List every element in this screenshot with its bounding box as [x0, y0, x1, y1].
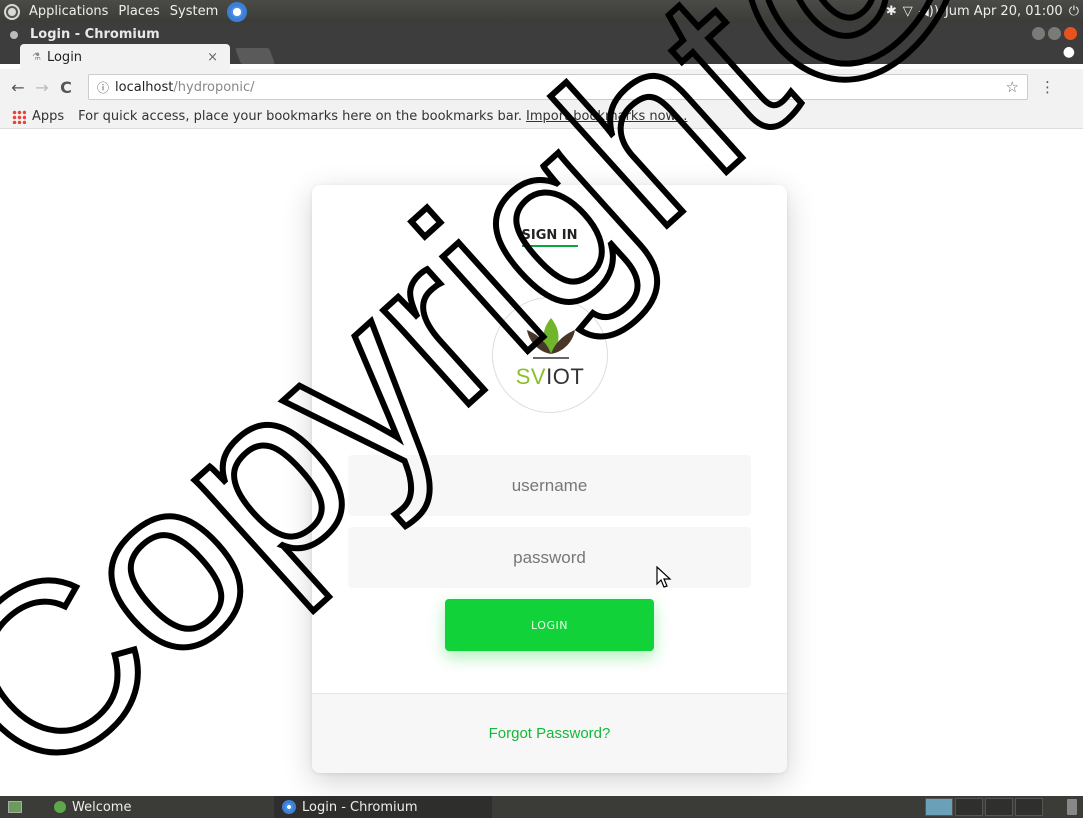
logo-text-dark: IOT	[546, 364, 585, 389]
window-icon	[10, 31, 18, 39]
volume-icon[interactable]: ◀))	[919, 4, 939, 19]
mouse-cursor-icon	[656, 566, 672, 588]
svfiot-logo: SVIOT	[492, 297, 608, 413]
welcome-app-icon	[54, 801, 66, 813]
logo-text-green: SV	[515, 364, 547, 389]
import-bookmarks-link[interactable]: Import bookmarks now...	[526, 109, 687, 124]
login-card: SIGN IN SVIOT username password LOGIN Fo…	[312, 185, 787, 773]
username-placeholder: username	[511, 475, 588, 495]
sign-in-heading: SIGN IN	[312, 228, 787, 247]
show-desktop-icon[interactable]	[8, 801, 22, 813]
chrome-menu-icon[interactable]: ⋮	[1040, 78, 1055, 96]
top-panel-menu: Applications Places System	[4, 1, 248, 22]
browser-toolbar: ← → C ⓘ localhost /hydroponic/ ☆ ⋮	[0, 69, 1083, 105]
workspace-1[interactable]	[925, 798, 953, 816]
top-panel: Applications Places System ✱ ▽ ◀)) Jum A…	[0, 0, 1083, 23]
workspace-switcher	[925, 798, 1043, 816]
bookmarks-bar: Apps For quick access, place your bookma…	[0, 105, 1083, 129]
minimize-button[interactable]	[1032, 27, 1045, 40]
bottom-panel: Welcome Login - Chromium	[0, 796, 1083, 818]
workspace-4[interactable]	[1015, 798, 1043, 816]
taskbar-label-chromium: Login - Chromium	[302, 799, 418, 815]
menu-system[interactable]: System	[169, 4, 219, 19]
address-bar[interactable]: ⓘ localhost /hydroponic/ ☆	[88, 74, 1028, 100]
power-icon[interactable]: ⏻	[1069, 4, 1079, 19]
ubuntu-logo-icon[interactable]	[4, 3, 20, 20]
maximize-button[interactable]	[1048, 27, 1061, 40]
url-host: localhost	[115, 79, 174, 95]
menu-places[interactable]: Places	[117, 4, 160, 19]
tab-close-icon[interactable]: ×	[207, 50, 218, 65]
taskbar-item-chromium[interactable]: Login - Chromium	[274, 796, 492, 818]
profile-icon[interactable]: ●	[1063, 44, 1075, 60]
sign-in-label: SIGN IN	[521, 228, 578, 247]
login-button[interactable]: LOGIN	[445, 599, 654, 651]
chromium-launcher-icon[interactable]	[227, 1, 248, 22]
logo-text: SVIOT	[493, 364, 607, 390]
back-button[interactable]: ←	[8, 78, 28, 97]
url-path: /hydroponic/	[173, 79, 255, 95]
bookmarks-hint: For quick access, place your bookmarks h…	[78, 109, 522, 124]
tab-label: Login	[46, 49, 83, 65]
tab-login[interactable]: ⚗ Login ×	[20, 44, 230, 70]
card-footer: Forgot Password?	[312, 693, 787, 773]
window-controls	[1032, 27, 1077, 40]
menu-applications[interactable]: Applications	[28, 4, 109, 19]
new-tab-button[interactable]	[235, 48, 275, 64]
chromium-app-icon	[282, 800, 296, 814]
trash-icon[interactable]	[1067, 799, 1077, 815]
site-info-icon[interactable]: ⓘ	[97, 79, 109, 96]
password-input[interactable]: password	[348, 527, 751, 588]
bluetooth-icon[interactable]: ✱	[886, 4, 897, 19]
window-title: Login - Chromium	[30, 27, 160, 42]
tab-favicon-icon: ⚗	[32, 51, 41, 63]
forgot-password-link[interactable]: Forgot Password?	[489, 725, 611, 742]
system-tray: ✱ ▽ ◀)) Jum Apr 20, 01:00 ⏻	[886, 4, 1079, 19]
bookmark-star-icon[interactable]: ☆	[1006, 78, 1019, 96]
workspace-2[interactable]	[955, 798, 983, 816]
workspace-3[interactable]	[985, 798, 1013, 816]
close-window-button[interactable]	[1064, 27, 1077, 40]
wifi-icon[interactable]: ▽	[903, 4, 913, 19]
password-placeholder: password	[513, 547, 586, 567]
clock[interactable]: Jum Apr 20, 01:00	[945, 4, 1063, 19]
taskbar-item-welcome[interactable]: Welcome	[46, 796, 254, 818]
reload-button[interactable]: C	[56, 78, 76, 97]
apps-grid-icon[interactable]	[12, 109, 26, 124]
username-input[interactable]: username	[348, 455, 751, 516]
apps-shortcut[interactable]: Apps	[32, 109, 64, 124]
leaf-logo-icon	[527, 318, 575, 359]
forward-button[interactable]: →	[32, 78, 52, 97]
taskbar-label-welcome: Welcome	[72, 799, 132, 815]
